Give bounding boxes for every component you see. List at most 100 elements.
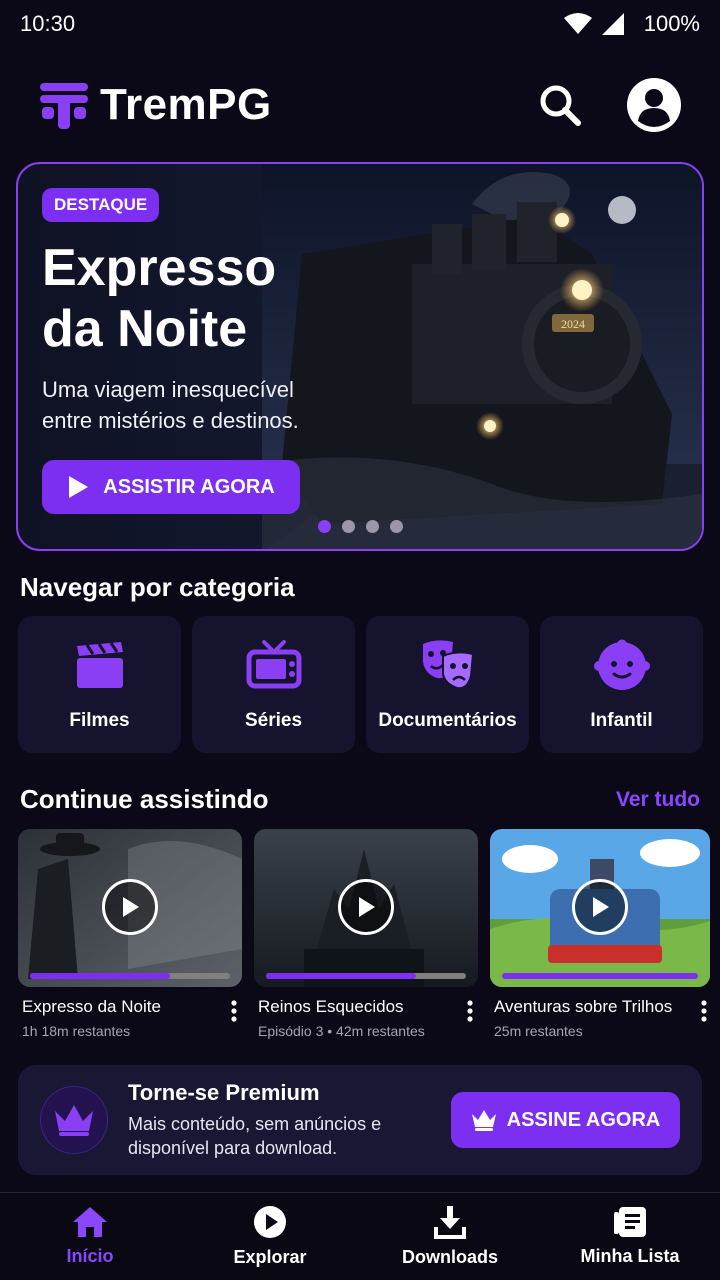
category-label: Séries [244, 710, 303, 731]
hero-subtitle-line-2: entre mistérios e destinos. [42, 408, 299, 433]
more-options-button[interactable] [230, 999, 238, 1028]
nav-label: Explorar [233, 1247, 307, 1267]
progress-fill [502, 973, 698, 979]
hero-subtitle: Uma viagem inesquecível entre mistérios … [42, 374, 382, 436]
crown-icon [55, 1105, 93, 1136]
wifi-icon [563, 13, 592, 34]
play-circle-icon [254, 1206, 286, 1238]
continue-card[interactable]: Reinos Esquecidos Episódio 3 • 42m resta… [254, 829, 478, 1039]
progress-bar [502, 973, 698, 979]
nav-item-downloads[interactable]: Downloads [360, 1193, 540, 1280]
user-avatar-icon [627, 78, 681, 132]
progress-fill [266, 973, 416, 979]
thumbnail[interactable] [18, 829, 242, 987]
continue-card-meta: Episódio 3 • 42m restantes [258, 1023, 425, 1039]
more-options-button[interactable] [466, 999, 474, 1028]
play-button[interactable] [338, 879, 394, 935]
home-icon [73, 1207, 107, 1237]
continue-card[interactable]: Expresso da Noite 1h 18m restantes [18, 829, 242, 1039]
thumbnail[interactable] [490, 829, 710, 987]
nav-item-explorar[interactable]: Explorar [180, 1193, 360, 1280]
search-icon [540, 85, 581, 126]
continue-card[interactable]: Aventuras sobre Trilhos 25m restantes [490, 829, 714, 1039]
tv-icon [246, 640, 301, 689]
category-card-series[interactable]: Séries [192, 616, 355, 753]
carousel-dot[interactable] [342, 520, 355, 533]
continue-card-title: Expresso da Noite [22, 997, 161, 1016]
featured-banner[interactable]: 2024 DESTAQUE Expresso da Noite Uma viag… [16, 162, 704, 551]
carousel-dot[interactable] [366, 520, 379, 533]
premium-desc-line-2: disponível para download. [128, 1138, 338, 1158]
watch-now-button[interactable]: ASSISTIR AGORA [42, 460, 300, 514]
bottom-navigation: Início Explorar Downloads Minha Lista [0, 1192, 720, 1280]
carousel-dot[interactable] [318, 520, 331, 533]
category-label: Infantil [590, 710, 653, 731]
trempg-logo-icon [40, 83, 88, 129]
category-label: Documentários [378, 710, 517, 731]
status-time: 10:30 [20, 11, 76, 36]
app-name: TremPG [100, 80, 272, 129]
category-label: Filmes [69, 710, 130, 731]
premium-description: Mais conteúdo, sem anúncios e disponível… [128, 1112, 418, 1160]
hero-subtitle-line-1: Uma viagem inesquecível [42, 377, 294, 402]
see-all-link[interactable]: Ver tudo [616, 788, 700, 812]
progress-bar [30, 973, 230, 979]
more-vertical-icon [467, 1000, 473, 1022]
play-icon [123, 897, 139, 917]
watch-now-label: ASSISTIR AGORA [103, 475, 275, 498]
app-header: TremPG [0, 70, 720, 140]
categories-title: Navegar por categoria [20, 572, 295, 602]
app-logo: TremPG [38, 79, 272, 131]
battery-level: 100% [643, 11, 700, 36]
play-button[interactable] [572, 879, 628, 935]
premium-desc-line-1: Mais conteúdo, sem anúncios e [128, 1114, 382, 1134]
nav-item-inicio[interactable]: Início [0, 1193, 180, 1280]
play-icon [593, 897, 609, 917]
carousel-dot[interactable] [390, 520, 403, 533]
crown-icon [471, 1110, 496, 1131]
thumbnail[interactable] [254, 829, 478, 987]
continue-card-title: Aventuras sobre Trilhos [494, 997, 673, 1016]
nav-label: Minha Lista [580, 1246, 680, 1266]
play-button[interactable] [102, 879, 158, 935]
download-icon [434, 1206, 466, 1239]
continue-card-title: Reinos Esquecidos [258, 997, 404, 1016]
continue-card-meta: 25m restantes [494, 1023, 583, 1039]
play-icon [69, 476, 89, 498]
progress-fill [30, 973, 170, 979]
list-icon [614, 1207, 646, 1237]
premium-title: Torne-se Premium [128, 1080, 320, 1105]
continue-watching-title: Continue assistindo [20, 784, 269, 814]
play-icon [359, 897, 375, 917]
category-card-filmes[interactable]: Filmes [18, 616, 181, 753]
progress-bar [266, 973, 466, 979]
featured-badge: DESTAQUE [42, 188, 160, 222]
category-card-infantil[interactable]: Infantil [540, 616, 703, 753]
crown-badge [40, 1086, 108, 1154]
subscribe-label: ASSINE AGORA [506, 1108, 661, 1131]
theater-masks-icon [422, 640, 474, 690]
category-card-documentarios[interactable]: Documentários [366, 616, 529, 753]
nav-item-minha-lista[interactable]: Minha Lista [540, 1193, 720, 1280]
clapperboard-icon [76, 642, 123, 688]
nav-label: Início [66, 1246, 114, 1266]
hero-title-line-1: Expresso [42, 239, 277, 297]
locomotive-plate-text: 2024 [561, 317, 585, 331]
signal-icon [601, 13, 624, 35]
hero-title: Expresso da Noite [42, 238, 382, 360]
hero-title-line-2: da Noite [42, 300, 248, 358]
status-icons: 100% [563, 11, 700, 37]
search-button[interactable] [538, 83, 582, 127]
more-vertical-icon [701, 1000, 707, 1022]
baby-face-icon [593, 639, 650, 690]
more-options-button[interactable] [700, 999, 708, 1028]
continue-card-meta: 1h 18m restantes [22, 1023, 131, 1039]
nav-label: Downloads [401, 1247, 498, 1267]
carousel-indicator [318, 520, 403, 533]
status-bar: 10:30 100% [0, 0, 720, 48]
profile-button[interactable] [626, 77, 682, 133]
subscribe-button[interactable]: ASSINE AGORA [451, 1092, 680, 1148]
continue-watching-list: Expresso da Noite 1h 18m restantes Reino… [18, 829, 714, 1039]
premium-banner: Torne-se Premium Mais conteúdo, sem anún… [18, 1065, 702, 1175]
hero-content: DESTAQUE Expresso da Noite Uma viagem in… [42, 188, 382, 436]
